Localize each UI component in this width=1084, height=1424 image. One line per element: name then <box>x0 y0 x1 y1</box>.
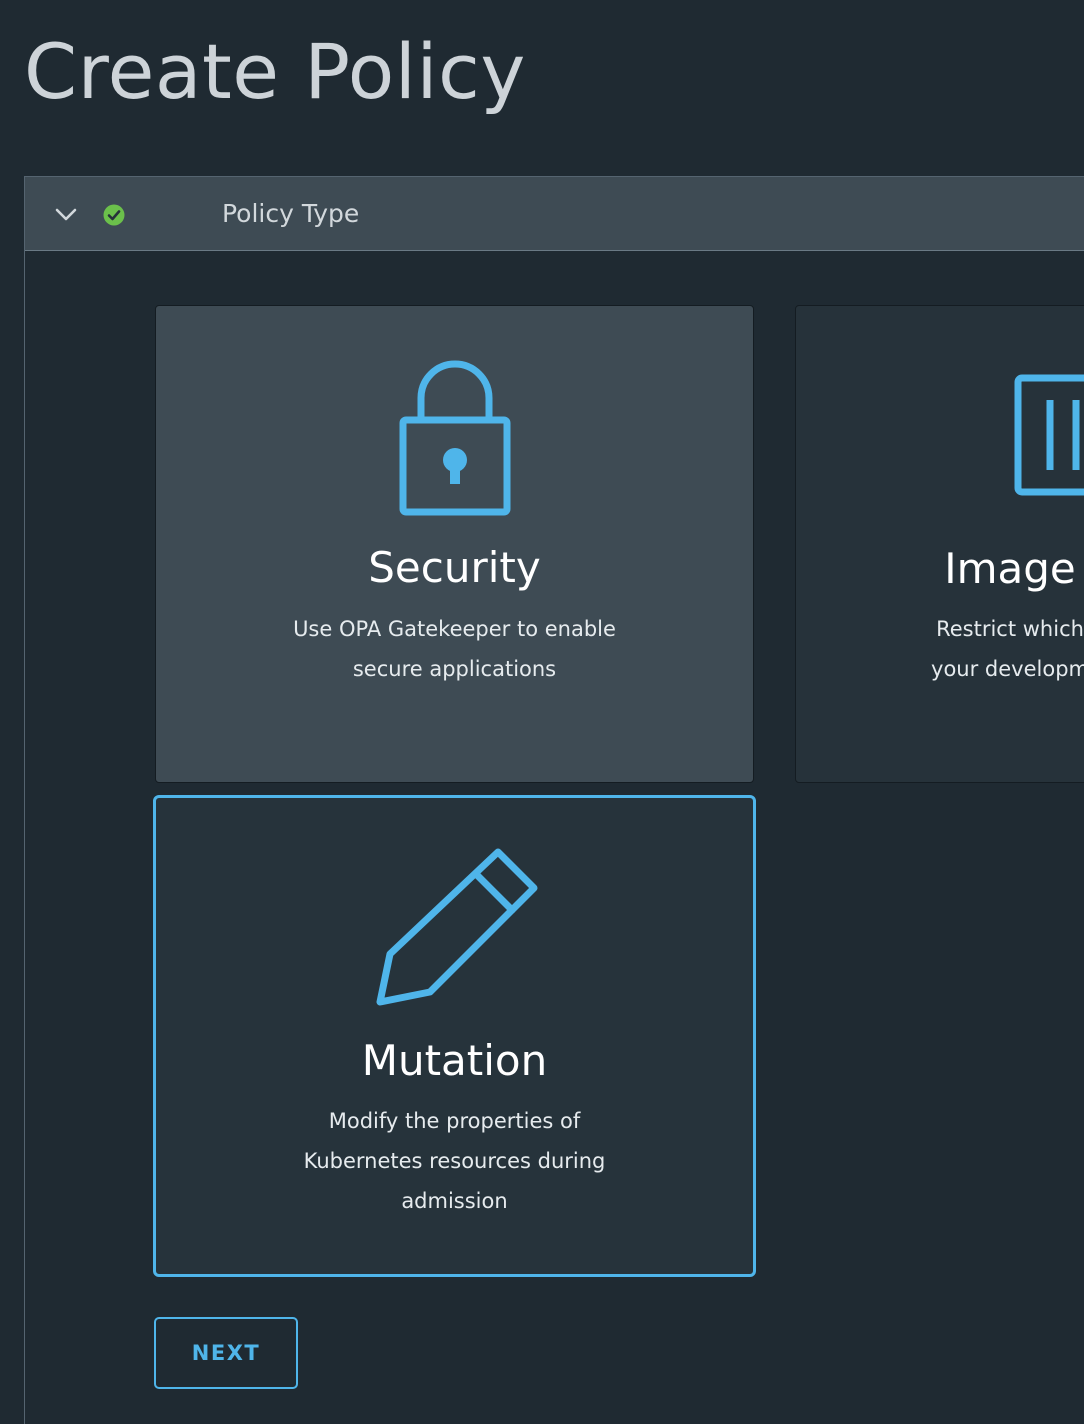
chevron-down-icon[interactable] <box>53 203 79 227</box>
policy-type-panel-header[interactable]: Policy Type <box>25 177 1084 251</box>
mutation-policy-card[interactable]: Mutation Modify the properties of Kubern… <box>153 795 756 1277</box>
panel-title: Policy Type <box>222 199 360 228</box>
card-description-line: Modify the properties of <box>328 1109 581 1133</box>
page-title: Create Policy <box>24 27 526 116</box>
create-policy-page: Create Policy Policy Type Security Use O… <box>0 0 1084 1424</box>
security-policy-card[interactable]: Security Use OPA Gatekeeper to enable se… <box>155 305 754 783</box>
card-description-line: secure applications <box>352 657 557 681</box>
card-description-line: admission <box>401 1189 508 1213</box>
check-circle-icon <box>103 204 125 226</box>
card-description: Use OPA Gatekeeper to enable secure appl… <box>156 609 753 689</box>
image-registry-icon <box>1014 374 1084 502</box>
card-description-line: Use OPA Gatekeeper to enable <box>293 617 616 641</box>
card-title: Mutation <box>361 1036 548 1085</box>
card-description-line: Restrict which <box>936 617 1084 641</box>
card-title: Security <box>368 543 541 592</box>
card-description-line: Kubernetes resources during <box>303 1149 606 1173</box>
card-title: Image <box>944 544 1076 593</box>
card-description: Restrict which your developm <box>796 609 1084 689</box>
lock-icon <box>399 356 511 522</box>
card-description-line: your developm <box>931 657 1084 681</box>
policy-type-panel: Policy Type Security Use OPA Gatekeeper … <box>24 176 1084 1424</box>
next-button[interactable]: NEXT <box>154 1317 298 1389</box>
pencil-icon <box>376 846 540 1014</box>
image-policy-card[interactable]: Image Restrict which your developm <box>795 305 1084 783</box>
card-description: Modify the properties of Kubernetes reso… <box>156 1101 753 1221</box>
